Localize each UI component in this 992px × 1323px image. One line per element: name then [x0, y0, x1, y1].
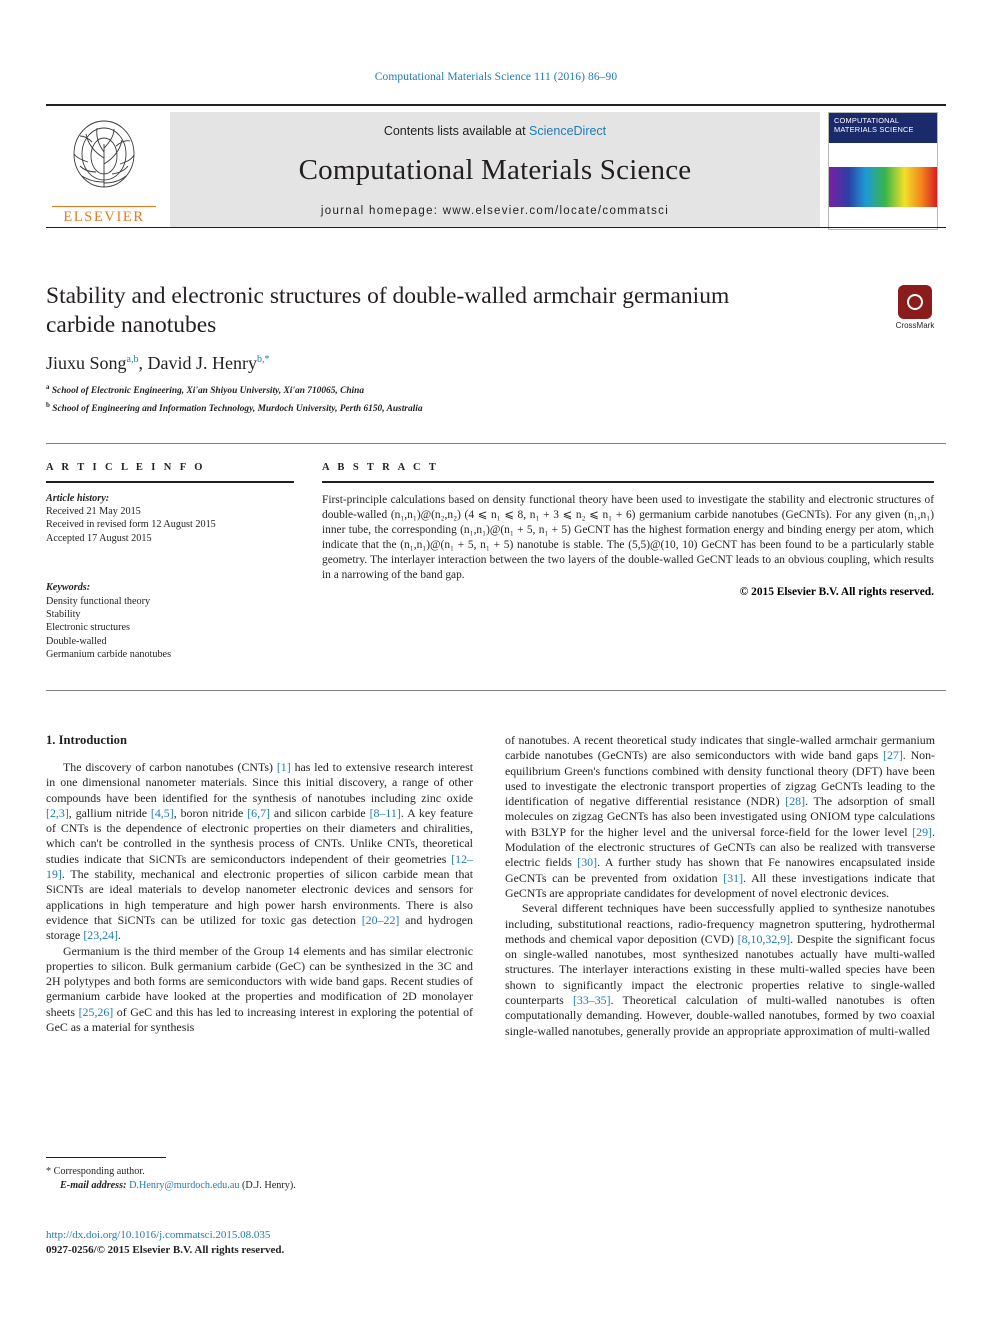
keywords-label: Keywords:: [46, 582, 91, 594]
title-block: Stability and electronic structures of d…: [46, 282, 876, 415]
journal-cover-thumbnail: COMPUTATIONAL MATERIALS SCIENCE: [828, 112, 938, 230]
contents-prefix: Contents lists available at: [383, 124, 530, 138]
paper-page: Computational Materials Science 111 (201…: [0, 0, 992, 1323]
keywords-block: Keywords: Density functional theory Stab…: [46, 581, 294, 661]
info-section-top-rule: [46, 443, 946, 444]
doi-link[interactable]: http://dx.doi.org/10.1016/j.commatsci.20…: [46, 1228, 546, 1243]
sciencedirect-link[interactable]: ScienceDirect: [529, 124, 606, 138]
elsevier-underline: [52, 205, 156, 207]
citation-ref[interactable]: [4,5]: [151, 806, 174, 820]
abstract-column: A B S T R A C T First-principle calculat…: [322, 462, 934, 598]
email-note: E-mail address: D.Henry@murdoch.edu.au (…: [46, 1179, 473, 1193]
section-heading-introduction: 1. Introduction: [46, 733, 127, 747]
corresponding-marker: *: [46, 1166, 52, 1178]
body-column-left: 1. Introduction The discovery of carbon …: [46, 733, 473, 1035]
journal-homepage[interactable]: journal homepage: www.elsevier.com/locat…: [170, 205, 820, 217]
abstract-heading: A B S T R A C T: [322, 462, 439, 473]
corresponding-text: Corresponding author.: [53, 1166, 145, 1178]
citation-ref[interactable]: [29]: [912, 825, 932, 839]
citation-ref[interactable]: [12–19]: [46, 852, 473, 881]
issn-copyright-line: 0927-0256/© 2015 Elsevier B.V. All right…: [46, 1244, 285, 1256]
paragraph: Germanium is the third member of the Gro…: [46, 943, 473, 1035]
author-affil-marker-b: b,*: [256, 354, 270, 365]
affil-marker-a: a: [46, 383, 50, 391]
cover-bottom-band: [829, 207, 937, 229]
citation-ref[interactable]: [8–11]: [370, 806, 401, 820]
affiliation-b: b School of Engineering and Information …: [46, 399, 876, 416]
page-title: Stability and electronic structures of d…: [46, 283, 730, 338]
citation-ref[interactable]: [20–22]: [362, 913, 400, 927]
email-suffix: (D.J. Henry).: [242, 1180, 296, 1192]
article-history-label: Article history:: [46, 492, 110, 504]
citation-ref[interactable]: [30]: [577, 855, 597, 869]
paragraph: The discovery of carbon nanotubes (CNTs)…: [46, 760, 474, 943]
cover-spectrum-image: [829, 167, 937, 207]
paragraph: of nanotubes. A recent theoretical study…: [505, 733, 936, 900]
crossmark-icon[interactable]: [898, 285, 932, 319]
citation-ref[interactable]: [33–35]: [573, 993, 611, 1007]
affiliation-a: a School of Electronic Engineering, Xi'a…: [46, 381, 876, 398]
abstract-copyright: © 2015 Elsevier B.V. All rights reserved…: [739, 586, 934, 599]
citation-ref[interactable]: [27]: [883, 748, 903, 762]
elsevier-wordmark: ELSEVIER: [63, 209, 145, 225]
author-list: Jiuxu Songa,b, David J. Henryb,*: [46, 353, 270, 373]
footnote-rule: [46, 1157, 166, 1159]
paragraph: Several different techniques have been s…: [505, 901, 935, 1038]
history-item: Received 21 May 2015: [46, 506, 141, 517]
masthead-top-rule: [46, 104, 946, 106]
history-item: Received in revised form 12 August 2015: [46, 519, 216, 531]
crossmark-label: CrossMark: [895, 321, 935, 330]
journal-title: Computational Materials Science: [298, 154, 692, 186]
citation-ref[interactable]: [23,24]: [83, 928, 118, 942]
email-label: E-mail address:: [60, 1180, 127, 1192]
article-info-column: A R T I C L E I N F O Article history: R…: [46, 462, 294, 662]
keyword-item: Density functional theory: [46, 595, 151, 607]
masthead-bottom-rule: [46, 227, 946, 228]
citation-ref[interactable]: [6,7]: [247, 806, 270, 820]
affiliation-b-text: School of Engineering and Information Te…: [52, 403, 423, 414]
body-column-right: of nanotubes. A recent theoretical study…: [505, 733, 935, 1039]
footnotes-block: * Corresponding author. E-mail address: …: [46, 1157, 473, 1193]
journal-masthead: ELSEVIER Contents lists available at Sci…: [46, 104, 946, 230]
running-head: Computational Materials Science 111 (201…: [374, 71, 618, 83]
article-history: Article history: Received 21 May 2015 Re…: [46, 492, 294, 546]
history-item: Accepted 17 August 2015: [46, 532, 152, 544]
article-info-heading: A R T I C L E I N F O: [46, 462, 206, 473]
abstract-rule: [322, 481, 934, 483]
keyword-item: Germanium carbide nanotubes: [46, 649, 172, 661]
elsevier-logo: ELSEVIER: [48, 114, 160, 228]
affil-marker-b: b: [46, 400, 50, 409]
citation-ref[interactable]: [8,10,32,9]: [738, 932, 791, 946]
contents-lists-line: Contents lists available at ScienceDirec…: [170, 124, 820, 138]
keyword-item: Electronic structures: [46, 622, 131, 634]
keyword-item: Stability: [46, 609, 81, 621]
keyword-item: Double-walled: [46, 635, 107, 647]
affiliation-a-text: School of Electronic Engineering, Xi'an …: [51, 386, 365, 397]
cover-white-band: [829, 143, 937, 167]
masthead-banner: Contents lists available at ScienceDirec…: [170, 112, 820, 228]
citation-ref[interactable]: [31]: [723, 871, 743, 885]
author-affil-marker-a: a,b: [126, 354, 139, 365]
info-section-bottom-rule: [46, 690, 946, 691]
citation-ref[interactable]: [25,26]: [79, 1005, 114, 1019]
corresponding-author-note: * Corresponding author.: [46, 1165, 473, 1179]
email-link[interactable]: D.Henry@murdoch.edu.au: [129, 1180, 239, 1191]
elsevier-tree-icon: [73, 120, 135, 188]
crossmark-badge-group[interactable]: CrossMark: [884, 285, 946, 330]
abstract-text: First-principle calculations based on de…: [322, 493, 934, 582]
citation-ref[interactable]: [28]: [785, 794, 805, 808]
footer-doi-block: http://dx.doi.org/10.1016/j.commatsci.20…: [46, 1228, 546, 1258]
citation-ref[interactable]: [2,3]: [46, 806, 69, 820]
citation-ref[interactable]: [1]: [277, 760, 291, 774]
cover-title: COMPUTATIONAL MATERIALS SCIENCE: [829, 113, 937, 143]
article-info-rule: [46, 481, 294, 483]
